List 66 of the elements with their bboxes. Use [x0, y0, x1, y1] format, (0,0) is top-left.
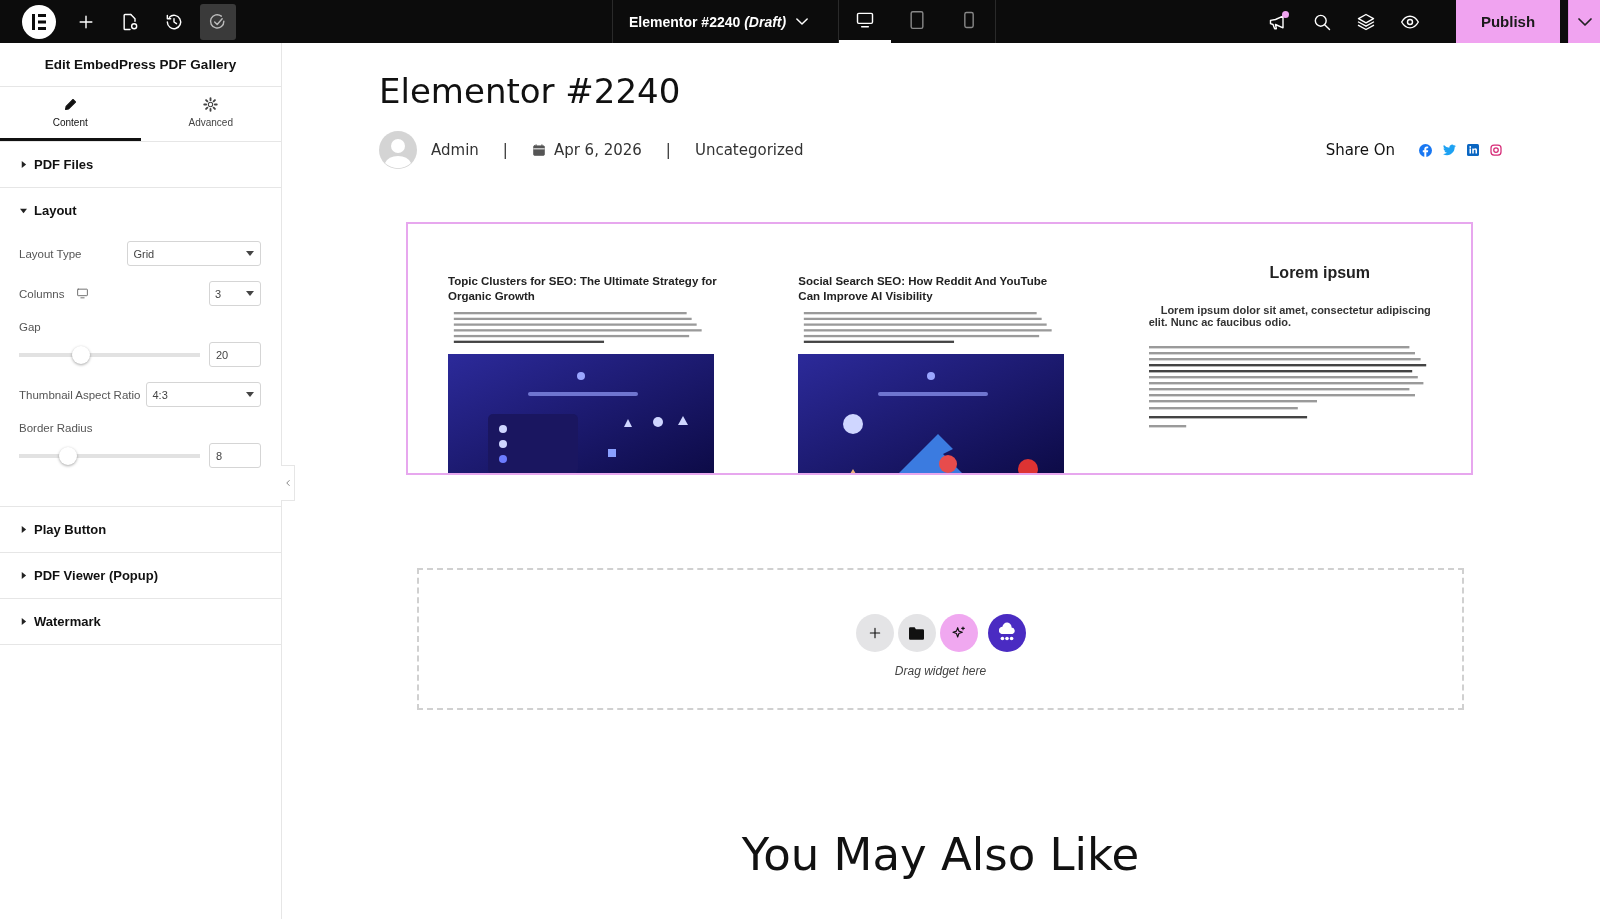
slider-thumb[interactable]	[58, 446, 77, 465]
pdf-subheading: Lorem ipsum dolor sit amet, consectetur adipiscing elit. Nunc ac faucibus odio.	[1148, 304, 1432, 328]
post-date: Apr 6, 2026	[553, 141, 642, 159]
caret-down-icon	[20, 207, 27, 214]
post-category[interactable]: Uncategorized	[694, 141, 804, 159]
logo-icon	[30, 12, 48, 31]
caret-right-icon	[20, 618, 27, 625]
template-library-button[interactable]	[897, 614, 936, 652]
chevron-down-icon	[1577, 17, 1592, 26]
drop-zone-hint: Drag widget here	[894, 664, 987, 678]
section-header[interactable]: PDF Viewer (Popup)	[0, 553, 281, 598]
control-label: Border Radius	[19, 422, 94, 434]
avatar-icon	[379, 131, 417, 169]
select-field[interactable]: 4:3	[146, 382, 261, 407]
meta-separator: |	[502, 141, 508, 159]
section-header[interactable]: Watermark	[0, 599, 281, 644]
ai-button[interactable]	[939, 614, 978, 652]
add-section-button[interactable]	[855, 614, 894, 652]
publish-button[interactable]: Publish	[1456, 0, 1560, 43]
control-label: Layout Type	[19, 247, 82, 260]
dropdown-arrow-icon	[246, 251, 254, 256]
pdf-title: Social Search SEO: How Reddit And YouTube Can Improve AI Visibility	[798, 274, 1049, 304]
panel-tab[interactable]: Content	[0, 87, 141, 141]
section-header[interactable]: Layout	[0, 188, 281, 233]
twitter-icon[interactable]	[1443, 144, 1456, 156]
share-label: Share On	[1325, 141, 1395, 159]
number-field[interactable]: 8	[209, 443, 261, 468]
logo-button[interactable]	[22, 4, 56, 39]
checklist-button[interactable]	[200, 3, 236, 40]
chevron-down-icon	[796, 18, 809, 25]
control-label: Thumbnail Aspect Ratio	[19, 388, 141, 401]
caret-right-icon	[20, 526, 27, 533]
dropdown-arrow-icon	[246, 392, 254, 397]
caret-right-icon	[20, 572, 27, 579]
select-field[interactable]: Grid	[127, 241, 261, 266]
folder-icon	[909, 626, 924, 640]
layers-icon	[1356, 11, 1376, 32]
section-heading: You May Also Like	[741, 828, 1140, 881]
calendar-icon	[531, 143, 546, 157]
panel-title: Edit EmbedPress PDF Gallery	[0, 43, 281, 87]
document-gear-icon	[120, 11, 140, 32]
select-field[interactable]: 3	[209, 281, 261, 306]
panel-tab[interactable]: Advanced	[140, 87, 281, 141]
caret-right-icon	[20, 161, 27, 168]
pencil-icon	[62, 97, 78, 112]
section-header[interactable]: PDF Files	[0, 142, 281, 187]
instagram-icon[interactable]	[1490, 144, 1502, 156]
control-label: Columns	[19, 287, 65, 300]
meta-separator: |	[665, 141, 671, 159]
author-name: Admin	[431, 141, 479, 159]
monitor-icon	[76, 287, 90, 300]
desktop-icon	[855, 10, 876, 30]
sparkles-icon	[950, 625, 967, 641]
paragraph-lines-drawing	[1148, 425, 1189, 428]
dropdown-arrow-icon	[246, 291, 254, 296]
section-header[interactable]: Play Button	[0, 507, 281, 552]
linkedin-icon[interactable]	[1467, 144, 1479, 156]
pdf-title: Topic Clusters for SEO: The Ultimate Strategy for Organic Growth	[448, 274, 718, 304]
pdf-heading: Lorem ipsum	[1269, 264, 1371, 282]
facebook-icon[interactable]	[1419, 143, 1432, 157]
number-field[interactable]: 20	[209, 342, 261, 367]
page-title: Elementor #2240	[379, 71, 681, 111]
slider-thumb[interactable]	[71, 345, 90, 364]
control-label: Gap	[19, 321, 42, 333]
embedpress-button[interactable]	[987, 614, 1026, 652]
publish-options-button[interactable]	[1568, 0, 1600, 43]
